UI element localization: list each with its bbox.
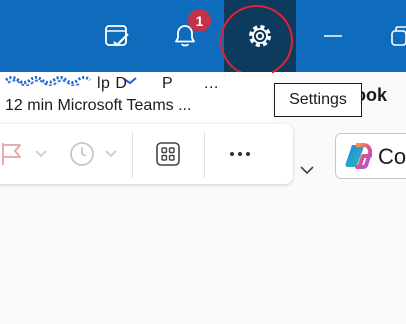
restore-icon [391,26,406,46]
chevron-down-icon [300,165,314,174]
settings-gear-icon [249,25,271,47]
copilot-icon [345,143,372,169]
notification-count-badge: 1 [188,9,211,32]
ribbon-divider [204,132,205,178]
my-day-icon [105,25,129,47]
apps-button[interactable] [155,140,181,168]
sender-ellipsis: ... [204,75,219,92]
message-preview-text: 12 min Microsoft Teams ... [5,97,192,114]
ribbon-expand-button[interactable] [298,163,316,177]
clock-icon [70,142,94,166]
apps-grid-icon [156,142,180,166]
snooze-button[interactable] [68,140,96,168]
flag-button[interactable] [0,140,24,168]
settings-tooltip: Settings [274,83,362,117]
minimize-icon [324,35,342,37]
restore-button[interactable] [380,0,406,72]
sender-name-fragment: P [162,75,174,92]
sender-name: lp D [97,75,128,92]
more-options-icon [230,152,250,156]
snooze-dropdown[interactable] [104,147,118,161]
ribbon-divider [132,132,133,178]
flag-icon [2,143,21,165]
flag-dropdown[interactable] [34,147,48,161]
minimize-button[interactable] [310,0,356,72]
chevron-down-icon [105,150,117,158]
more-options-button[interactable] [226,144,254,164]
redaction-scribble [5,76,137,86]
copilot-label: Cop [378,144,406,169]
my-day-button[interactable] [94,0,140,72]
chevron-down-icon [35,150,47,158]
settings-button[interactable] [224,0,296,72]
